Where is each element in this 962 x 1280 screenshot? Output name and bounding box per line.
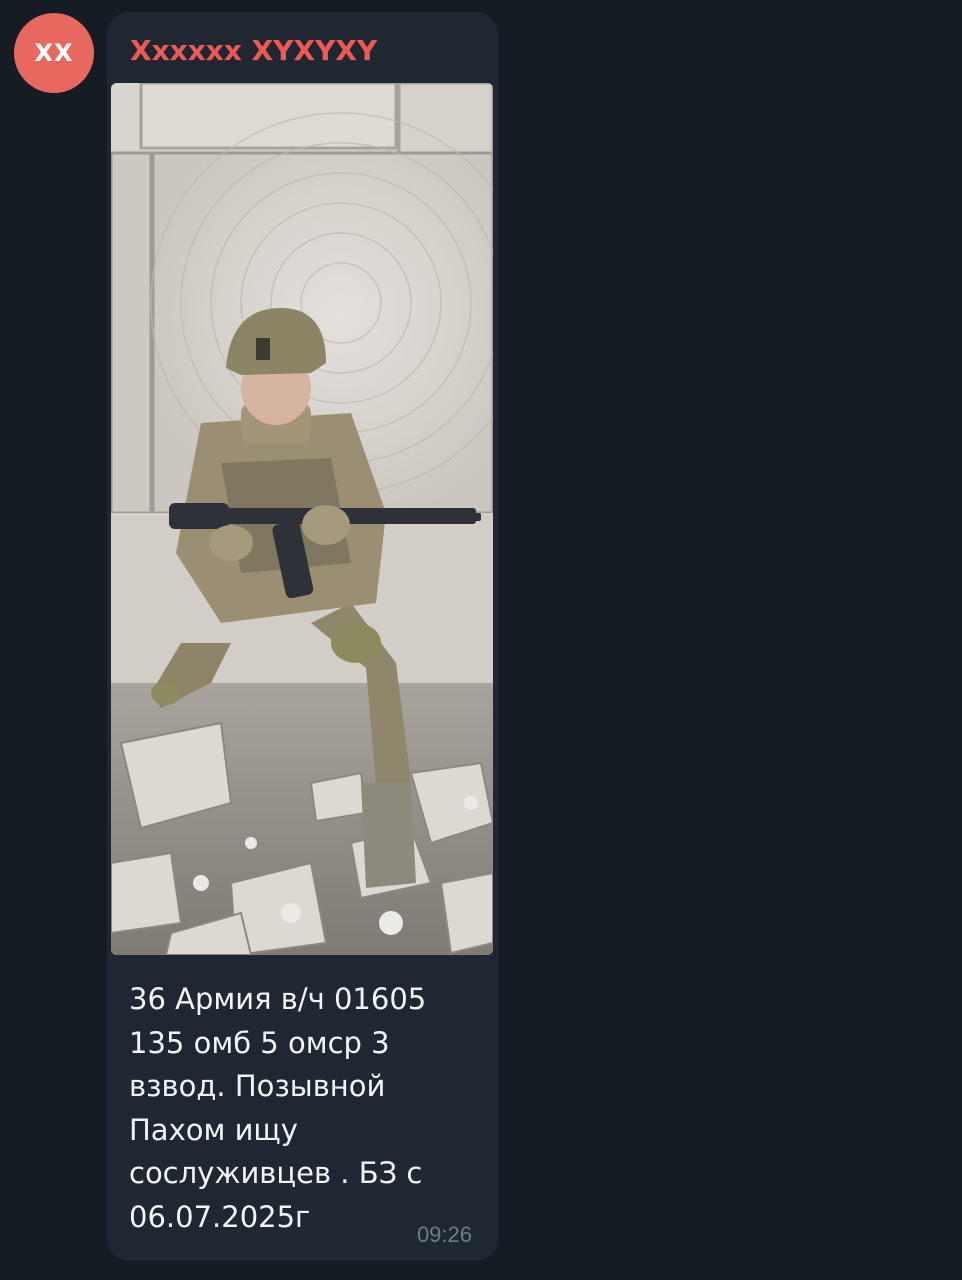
message-caption: 36 Армия в/ч 01605 135 омб 5 омср 3 взво… — [129, 982, 427, 1234]
avatar-initials: XX — [34, 39, 74, 67]
message-bubble[interactable]: Xxxxxx XYXYXY 36 Армия в/ч 01605 135 омб… — [107, 12, 498, 1261]
sender-name[interactable]: Xxxxxx XYXYXY — [130, 34, 377, 67]
chat-view: XX Xxxxxx XYXYXY 36 Армия в/ч 01605 135 … — [0, 0, 962, 1280]
sender-avatar[interactable]: XX — [14, 13, 94, 93]
message-timestamp: 09:26 — [416, 1222, 472, 1247]
message-photo[interactable] — [111, 83, 493, 955]
